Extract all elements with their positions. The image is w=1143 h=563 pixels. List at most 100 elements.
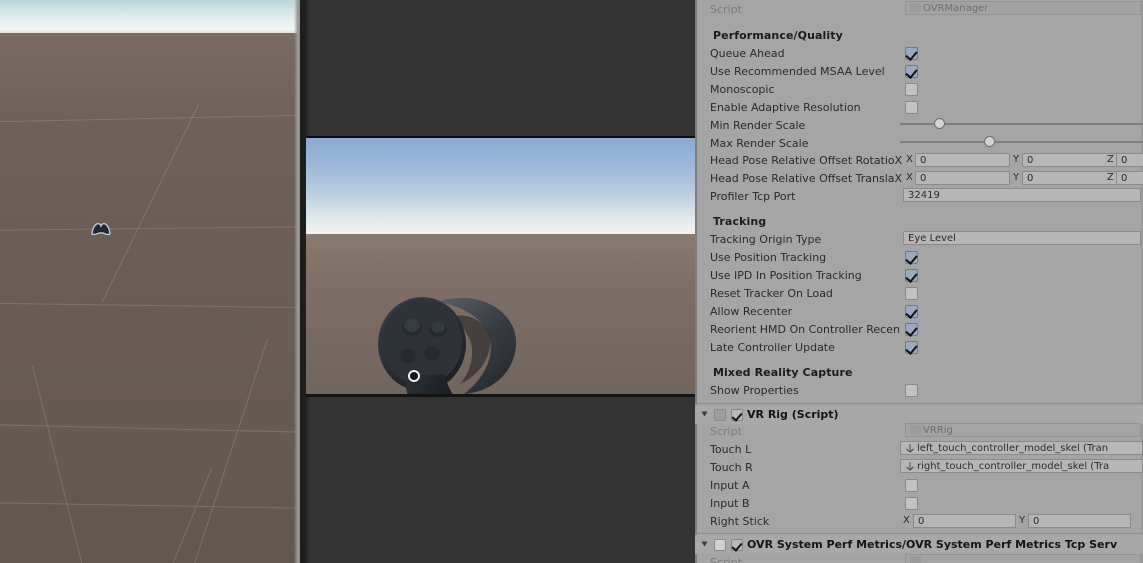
script-icon-ovr-perf xyxy=(910,556,921,563)
label-head-pose-offset-translation: Head Pose Relative Offset TranslaX xyxy=(710,172,903,185)
checkbox-allow-recenter[interactable] xyxy=(905,305,918,318)
input-rotation-y[interactable]: 0 xyxy=(1022,153,1117,167)
checkbox-use-position-tracking[interactable] xyxy=(905,251,918,264)
label-use-position-tracking: Use Position Tracking xyxy=(710,251,827,264)
row-enable-adaptive-resolution[interactable]: Enable Adaptive Resolution xyxy=(695,98,1143,116)
checkbox-input-a[interactable] xyxy=(905,479,918,492)
axis-label-z-rotation: Z xyxy=(1107,154,1114,165)
label-ovr-perf-title: OVR System Perf Metrics/OVR System Perf … xyxy=(747,538,1118,551)
row-input-b[interactable]: Input B xyxy=(695,494,1143,512)
game-view-left[interactable] xyxy=(0,0,300,563)
row-head-pose-offset-rotation[interactable]: Head Pose Relative Offset RotatioX X 0 Y… xyxy=(695,151,1143,169)
row-queue-ahead[interactable]: Queue Ahead xyxy=(695,44,1143,62)
row-late-controller-update[interactable]: Late Controller Update xyxy=(695,338,1143,356)
value-right-stick-x: 0 xyxy=(918,516,925,527)
slider-min-render-scale[interactable] xyxy=(900,117,1143,131)
game-view-center-container xyxy=(306,0,695,563)
row-touch-l[interactable]: Touch L left_touch_controller_model_skel… xyxy=(695,440,1143,458)
label-tracking-origin-type: Tracking Origin Type xyxy=(710,233,822,246)
section-header-mixed-reality-capture: Mixed Reality Capture xyxy=(695,364,1143,382)
script-icon xyxy=(910,3,921,12)
label-tracking: Tracking xyxy=(713,215,767,228)
field-touch-l[interactable]: left_touch_controller_model_skel (Tran xyxy=(900,441,1143,455)
checkbox-reset-tracker-on-load[interactable] xyxy=(905,287,918,300)
checkbox-use-recommended-msaa-level[interactable] xyxy=(905,65,918,78)
axis-label-x-rotation: X xyxy=(906,154,913,165)
chevron-down-icon-ovr-perf[interactable] xyxy=(701,541,708,547)
label-ovr-perf-script: Script xyxy=(710,556,742,563)
label-min-render-scale: Min Render Scale xyxy=(710,119,806,132)
row-ovr-perf-script[interactable]: Script xyxy=(695,553,1143,563)
slider-max-render-scale[interactable] xyxy=(900,135,1143,149)
slider-knob-min-render-scale[interactable] xyxy=(934,118,945,129)
label-max-render-scale: Max Render Scale xyxy=(710,137,809,150)
row-tracking-origin-type[interactable]: Tracking Origin Type Eye Level xyxy=(695,230,1143,248)
row-min-render-scale[interactable]: Min Render Scale xyxy=(695,116,1143,134)
label-allow-recenter: Allow Recenter xyxy=(710,305,793,318)
row-reset-tracker-on-load[interactable]: Reset Tracker On Load xyxy=(695,284,1143,302)
axis-label-y-rotation: Y xyxy=(1013,154,1020,165)
checkbox-queue-ahead[interactable] xyxy=(905,47,918,60)
script-icon-vrrig xyxy=(910,425,921,434)
axis-label-z-translation: Z xyxy=(1107,172,1114,183)
viewport-divider-left[interactable] xyxy=(294,0,300,563)
checkbox-vr-rig-enabled[interactable] xyxy=(731,409,743,421)
input-right-stick-y[interactable]: 0 xyxy=(1028,514,1131,528)
row-head-pose-offset-translation[interactable]: Head Pose Relative Offset TranslaX X 0 Y… xyxy=(695,169,1143,187)
row-show-properties[interactable]: Show Properties xyxy=(695,381,1143,399)
row-input-a[interactable]: Input A xyxy=(695,476,1143,494)
label-input-a: Input A xyxy=(710,479,750,492)
slider-knob-max-render-scale[interactable] xyxy=(984,136,995,147)
transform-icon-touch-l xyxy=(905,443,915,454)
label-head-pose-offset-rotation: Head Pose Relative Offset RotatioX xyxy=(710,154,903,167)
value-vrrig-script: VRRig xyxy=(923,425,953,436)
checkbox-reorient-hmd-on-controller-recenter[interactable] xyxy=(905,323,918,336)
input-right-stick-x[interactable]: 0 xyxy=(913,514,1016,528)
checkbox-show-properties[interactable] xyxy=(905,384,918,397)
input-translation-x[interactable]: 0 xyxy=(915,171,1010,185)
checkbox-late-controller-update[interactable] xyxy=(905,341,918,354)
value-rotation-y: 0 xyxy=(1027,155,1034,166)
field-vrrig-script[interactable]: VRRig xyxy=(905,423,1141,437)
slider-track-max-render-scale xyxy=(900,141,1143,143)
row-script-ovrmanager[interactable]: Script OVRManager xyxy=(695,0,1143,18)
component-header-ovr-system-perf-metrics[interactable]: OVR System Perf Metrics/OVR System Perf … xyxy=(695,535,1143,554)
row-vrrig-script[interactable]: Script VRRig xyxy=(695,422,1143,440)
label-use-recommended-msaa-level: Use Recommended MSAA Level xyxy=(710,65,885,78)
row-use-ipd-in-position-tracking[interactable]: Use IPD In Position Tracking xyxy=(695,266,1143,284)
row-use-recommended-msaa-level[interactable]: Use Recommended MSAA Level xyxy=(695,62,1143,80)
field-ovr-perf-script[interactable] xyxy=(905,554,1141,563)
checkbox-ovr-perf-enabled[interactable] xyxy=(731,539,743,551)
row-profiler-tcp-port[interactable]: Profiler Tcp Port 32419 xyxy=(695,187,1143,205)
label-vrrig-script: Script xyxy=(710,425,742,438)
checkbox-use-ipd-in-position-tracking[interactable] xyxy=(905,269,918,282)
game-view-center[interactable] xyxy=(306,138,695,396)
input-rotation-z[interactable]: 0 xyxy=(1116,153,1143,167)
field-touch-r[interactable]: right_touch_controller_model_skel (Tra xyxy=(900,459,1143,473)
label-touch-l: Touch L xyxy=(710,443,752,456)
script-component-icon-vr-rig xyxy=(714,409,726,421)
input-translation-z[interactable]: 0 xyxy=(1116,171,1143,185)
value-touch-l: left_touch_controller_model_skel (Tran xyxy=(917,443,1109,454)
checkbox-input-b[interactable] xyxy=(905,497,918,510)
input-rotation-x[interactable]: 0 xyxy=(915,153,1010,167)
row-max-render-scale[interactable]: Max Render Scale xyxy=(695,134,1143,152)
row-reorient-hmd-on-controller-recenter[interactable]: Reorient HMD On Controller Recen xyxy=(695,320,1143,338)
row-use-position-tracking[interactable]: Use Position Tracking xyxy=(695,248,1143,266)
row-touch-r[interactable]: Touch R right_touch_controller_model_ske… xyxy=(695,458,1143,476)
viewport-bottom-border xyxy=(306,394,695,397)
dropdown-tracking-origin-type[interactable]: Eye Level xyxy=(903,231,1141,245)
chevron-down-icon-vr-rig[interactable] xyxy=(701,411,708,417)
axis-label-x-translation: X xyxy=(906,172,913,183)
row-allow-recenter[interactable]: Allow Recenter xyxy=(695,302,1143,320)
label-input-b: Input B xyxy=(710,497,750,510)
input-translation-y[interactable]: 0 xyxy=(1022,171,1117,185)
axis-label-y-right-stick: Y xyxy=(1019,515,1026,526)
field-script-ovrmanager[interactable]: OVRManager xyxy=(905,1,1141,15)
input-profiler-tcp-port[interactable]: 32419 xyxy=(903,188,1141,202)
checkbox-monoscopic[interactable] xyxy=(905,83,918,96)
row-right-stick[interactable]: Right Stick X 0 Y 0 xyxy=(695,512,1143,530)
checkbox-enable-adaptive-resolution[interactable] xyxy=(905,101,918,114)
component-separator-1 xyxy=(695,403,1143,404)
row-monoscopic[interactable]: Monoscopic xyxy=(695,80,1143,98)
